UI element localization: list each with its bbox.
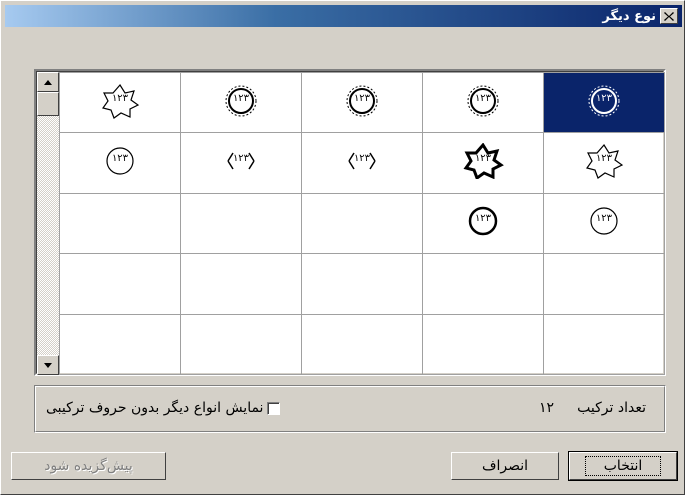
glyph-cell[interactable]: ۱۲۳ <box>543 192 665 255</box>
glyph-cell[interactable] <box>180 313 302 376</box>
glyph-cell[interactable] <box>543 253 665 315</box>
glyph-number: ۱۲۳ <box>595 213 613 225</box>
glyph-symbol: ۱۲۳ <box>462 83 504 119</box>
glyph-cell[interactable]: ۱۲۳ <box>301 71 423 134</box>
set-default-button[interactable]: پیش‌گزیده شود <box>11 452 166 480</box>
show-other-option[interactable]: نمایش انواع دیگر بدون حروف ترکیبی <box>46 400 281 416</box>
glyph-row: ۱۲۳ ۱۲۳ <box>59 192 665 255</box>
glyph-number: ۱۲۳ <box>111 153 129 165</box>
glyph-grid-frame: ۱۲۳ ۱۲۳ ۱۲۳ ۱۲۳ ۱۲۳ ۱۲۳ ۱۲۳ ۱۲۳ ۱۲۳ ۱۲۳ ۱۲۳ ۱۲۳ <box>34 69 666 376</box>
glyph-cell[interactable]: ۱۲۳ <box>59 132 181 194</box>
glyph-cell[interactable]: ۱۲۳ <box>180 71 302 134</box>
glyph-symbol: ۱۲۳ <box>99 143 141 179</box>
glyph-cell[interactable] <box>543 313 665 376</box>
arrow-down-icon <box>44 362 52 368</box>
close-button[interactable] <box>660 8 678 24</box>
title-bar[interactable]: نوع دیگر <box>5 5 682 27</box>
glyph-number: ۱۲۳ <box>474 153 492 165</box>
show-other-label: نمایش انواع دیگر بدون حروف ترکیبی <box>46 400 264 416</box>
glyph-cell[interactable]: ۱۲۳ <box>422 71 544 134</box>
show-other-checkbox[interactable] <box>267 401 281 415</box>
arrow-up-icon <box>44 79 52 85</box>
dialog-window: نوع دیگر ۱۲۳ ۱۲۳ ۱۲۳ ۱۲۳ ۱۲۳ ۱۲۳ ۱۲۳ ۱۲۳ ۱۲۳ ۱۲۳ ۱… <box>0 0 685 495</box>
glyph-row <box>59 313 665 376</box>
glyph-cell[interactable]: ۱۲۳ <box>59 71 181 134</box>
glyph-number: ۱۲۳ <box>353 153 371 165</box>
close-icon <box>664 11 674 21</box>
glyph-symbol: ۱۲۳ <box>462 143 504 180</box>
options-panel: تعداد ترکیب ۱۲ نمایش انواع دیگر بدون حرو… <box>34 385 666 433</box>
glyph-number: ۱۲۳ <box>232 92 250 104</box>
select-button[interactable]: انتخاب <box>568 451 678 481</box>
glyph-symbol: ۱۲۳ <box>220 83 262 119</box>
glyph-symbol: ۱۲۳ <box>462 203 504 239</box>
glyph-row <box>59 253 665 315</box>
glyph-symbol: ۱۲۳ <box>583 203 625 239</box>
glyph-cell[interactable] <box>301 313 423 376</box>
glyph-symbol: ۱۲۳ <box>341 83 383 119</box>
glyph-symbol: ۱۲۳ <box>220 143 262 179</box>
glyph-cell[interactable]: ۱۲۳ <box>422 192 544 255</box>
glyph-number: ۱۲۳ <box>232 153 250 165</box>
combination-count-label: تعداد ترکیب <box>577 400 646 416</box>
glyph-symbol: ۱۲۳ <box>99 83 141 119</box>
scroll-down-button[interactable] <box>37 355 59 375</box>
glyph-cell[interactable] <box>180 192 302 255</box>
glyph-cell[interactable] <box>59 253 181 315</box>
glyph-cell[interactable] <box>422 313 544 376</box>
glyph-cell[interactable]: ۱۲۳ <box>301 132 423 194</box>
scroll-thumb[interactable] <box>37 92 59 116</box>
window-title: نوع دیگر <box>602 8 656 24</box>
combination-count-value: ۱۲ <box>538 400 554 416</box>
glyph-table: ۱۲۳ ۱۲۳ ۱۲۳ ۱۲۳ ۱۲۳ ۱۲۳ ۱۲۳ ۱۲۳ ۱۲۳ ۱۲۳ ۱۲۳ ۱۲۳ <box>59 71 665 376</box>
glyph-cell[interactable] <box>301 192 423 255</box>
glyph-row: ۱۲۳ ۱۲۳ ۱۲۳ ۱۲۳ ۱۲۳ <box>59 71 665 134</box>
glyph-cell[interactable] <box>422 253 544 315</box>
select-button-label: انتخاب <box>584 456 662 476</box>
glyph-cell[interactable]: ۱۲۳ <box>180 132 302 194</box>
glyph-grid-inner: ۱۲۳ ۱۲۳ ۱۲۳ ۱۲۳ ۱۲۳ ۱۲۳ ۱۲۳ ۱۲۳ ۱۲۳ ۱۲۳ ۱۲۳ ۱۲۳ <box>36 71 665 376</box>
glyph-symbol: ۱۲۳ <box>583 83 625 119</box>
glyph-cell[interactable]: ۱۲۳ <box>543 132 665 194</box>
glyph-cell[interactable] <box>180 253 302 315</box>
glyph-cell[interactable]: ۱۲۳ <box>543 71 665 134</box>
vertical-scrollbar[interactable] <box>37 72 59 375</box>
glyph-cell[interactable]: ۱۲۳ <box>422 132 544 194</box>
options-panel-inner: تعداد ترکیب ۱۲ نمایش انواع دیگر بدون حرو… <box>35 386 665 432</box>
glyph-cell[interactable] <box>59 192 181 255</box>
glyph-number: ۱۲۳ <box>595 92 613 104</box>
glyph-row: ۱۲۳ ۱۲۳ ۱۲۳ ۱۲۳ ۱۲۳ <box>59 132 665 194</box>
glyph-number: ۱۲۳ <box>474 213 492 225</box>
glyph-number: ۱۲۳ <box>474 92 492 104</box>
glyph-cell[interactable] <box>59 313 181 376</box>
glyph-symbol: ۱۲۳ <box>341 143 383 179</box>
scroll-up-button[interactable] <box>37 72 59 92</box>
glyph-number: ۱۲۳ <box>595 153 613 165</box>
glyph-symbol: ۱۲۳ <box>583 143 625 180</box>
glyph-number: ۱۲۳ <box>111 92 129 104</box>
glyph-cell[interactable] <box>301 253 423 315</box>
cancel-button[interactable]: انصراف <box>451 452 559 480</box>
glyph-number: ۱۲۳ <box>353 92 371 104</box>
